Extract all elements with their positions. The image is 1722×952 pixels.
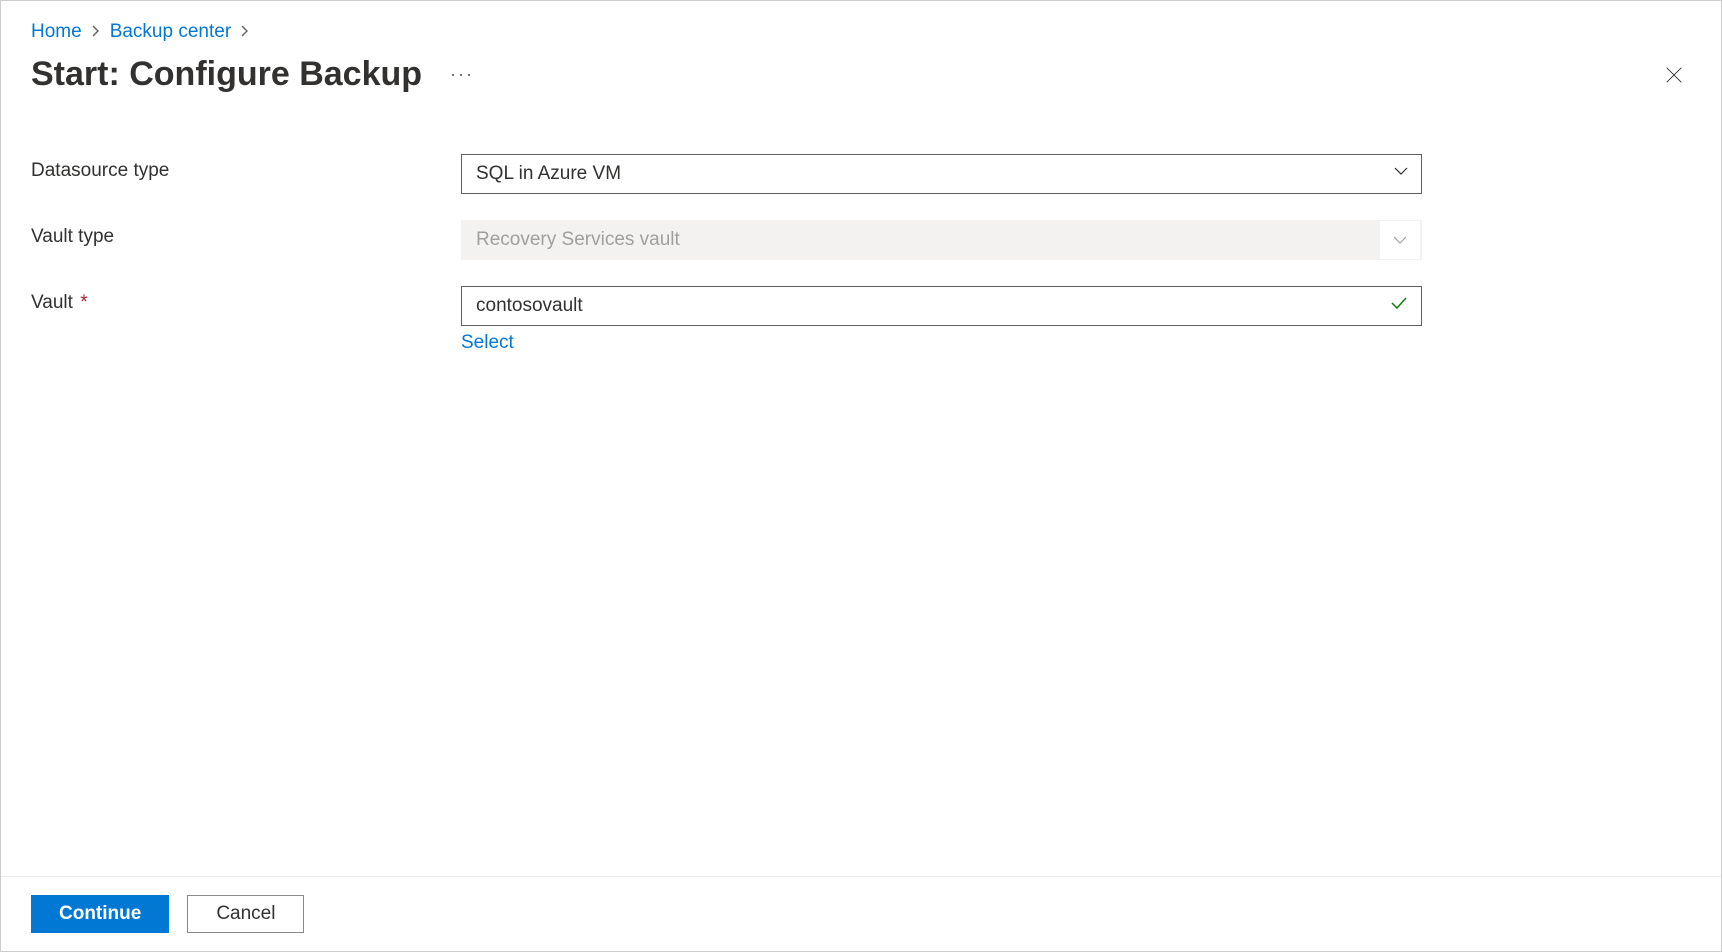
- cancel-button[interactable]: Cancel: [187, 895, 304, 933]
- vault-type-row: Vault type Recovery Services vault: [31, 220, 1422, 260]
- more-actions-icon[interactable]: ···: [442, 60, 482, 89]
- datasource-type-value: SQL in Azure VM: [476, 163, 621, 185]
- required-asterisk: *: [80, 292, 87, 313]
- vault-type-label: Vault type: [31, 220, 461, 248]
- chevron-right-icon: [239, 24, 251, 40]
- breadcrumb-home[interactable]: Home: [31, 21, 82, 43]
- vault-label-text: Vault: [31, 292, 73, 313]
- vault-value: contosovault: [476, 295, 583, 317]
- vault-type-value: Recovery Services vault: [476, 229, 680, 251]
- footer-bar: Continue Cancel: [1, 876, 1721, 951]
- datasource-type-label: Datasource type: [31, 154, 461, 182]
- checkmark-icon: [1389, 293, 1409, 319]
- datasource-type-row: Datasource type SQL in Azure VM: [31, 154, 1422, 194]
- vault-select-link[interactable]: Select: [461, 332, 1422, 354]
- close-button[interactable]: [1657, 58, 1691, 92]
- vault-label: Vault *: [31, 286, 461, 314]
- chevron-down-icon: [1380, 221, 1420, 259]
- vault-row: Vault * contosovault Select: [31, 286, 1422, 354]
- page-title-row: Start: Configure Backup ···: [31, 55, 1691, 94]
- vault-type-select: Recovery Services vault: [461, 220, 1422, 260]
- datasource-type-select[interactable]: SQL in Azure VM: [461, 154, 1422, 194]
- chevron-right-icon: [90, 24, 102, 40]
- vault-input[interactable]: contosovault: [461, 286, 1422, 326]
- close-icon: [1663, 64, 1685, 86]
- chevron-down-icon: [1393, 163, 1409, 185]
- page-title: Start: Configure Backup: [31, 55, 422, 94]
- breadcrumb-backup-center[interactable]: Backup center: [110, 21, 231, 43]
- breadcrumb: Home Backup center: [31, 21, 1691, 43]
- continue-button[interactable]: Continue: [31, 895, 169, 933]
